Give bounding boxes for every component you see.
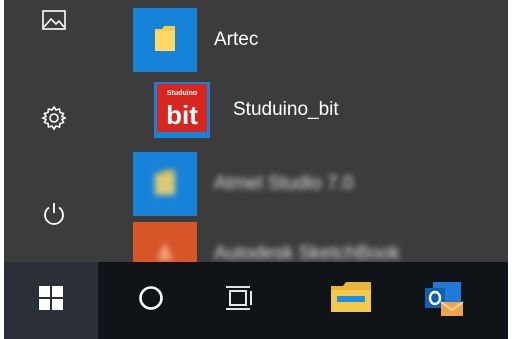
app-tile — [133, 152, 197, 216]
app-tile: Studuino bit — [154, 82, 210, 138]
pictures-button[interactable] — [34, 0, 74, 40]
folder-icon — [329, 280, 373, 321]
start-button[interactable] — [4, 262, 98, 339]
pictures-icon — [42, 10, 66, 30]
outlook-button[interactable] — [414, 262, 474, 339]
app-list-item-studuino-bit[interactable]: Studuino bit Studuino_bit — [154, 80, 339, 140]
gear-icon — [41, 105, 67, 131]
app-label: Artec — [214, 29, 259, 50]
settings-button[interactable] — [34, 98, 74, 138]
app-label: Autodesk SketchBook — [214, 243, 400, 262]
app-label: Atmel Studio 7.0 — [214, 173, 354, 194]
folder-icon — [153, 23, 177, 58]
power-button[interactable] — [34, 194, 74, 234]
app-list-item-artec[interactable]: Artec — [133, 8, 258, 72]
svg-text:bit: bit — [166, 100, 198, 130]
screen: Artec Studuino bit Studuino_bit Atmel St… — [0, 0, 516, 339]
studuino-bit-icon: Studuino bit — [157, 83, 207, 137]
app-tile — [133, 222, 197, 262]
power-icon — [41, 201, 67, 227]
svg-text:Studuino: Studuino — [167, 90, 197, 97]
file-explorer-button[interactable] — [316, 262, 386, 339]
circle-icon — [138, 285, 164, 316]
start-menu: Artec Studuino bit Studuino_bit Atmel St… — [4, 0, 508, 262]
task-view-button[interactable] — [210, 262, 270, 339]
app-tile — [133, 8, 197, 72]
sketchbook-icon — [153, 240, 177, 263]
taskbar — [4, 262, 508, 339]
start-menu-left-rail — [4, 0, 100, 262]
windows-logo-icon — [39, 286, 63, 315]
outlook-icon — [423, 278, 465, 323]
app-label: Studuino_bit — [233, 99, 339, 120]
task-view-icon — [226, 285, 254, 316]
app-list-item-atmel-studio[interactable]: Atmel Studio 7.0 — [133, 152, 353, 216]
cortana-button[interactable] — [121, 262, 181, 339]
app-list-item-autodesk-sketchbook[interactable]: Autodesk SketchBook — [133, 222, 400, 262]
folder-icon — [153, 167, 177, 202]
